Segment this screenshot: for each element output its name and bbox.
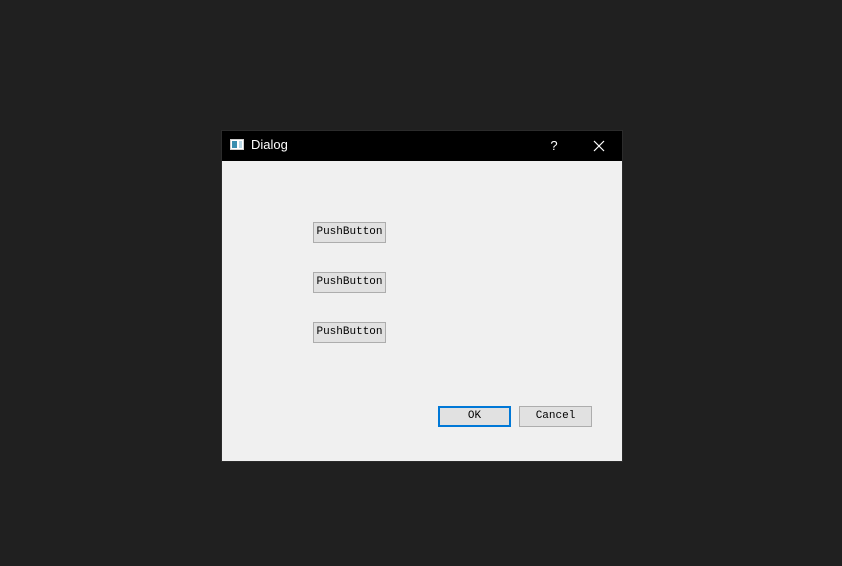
- help-button[interactable]: ?: [536, 131, 572, 161]
- window-title: Dialog: [251, 137, 288, 152]
- desktop-background: Dialog ? PushButton PushButton PushButto…: [0, 0, 842, 566]
- app-window-icon: [230, 139, 244, 150]
- dialog-window: Dialog ? PushButton PushButton PushButto…: [222, 131, 622, 461]
- ok-button[interactable]: OK: [438, 406, 511, 427]
- close-button[interactable]: [576, 131, 622, 161]
- close-icon: [593, 140, 605, 152]
- push-button-2[interactable]: PushButton: [313, 272, 386, 293]
- push-button-3[interactable]: PushButton: [313, 322, 386, 343]
- cancel-button[interactable]: Cancel: [519, 406, 592, 427]
- dialog-content: PushButton PushButton PushButton OK Canc…: [222, 161, 622, 461]
- push-button-1[interactable]: PushButton: [313, 222, 386, 243]
- title-bar[interactable]: Dialog ?: [222, 131, 622, 161]
